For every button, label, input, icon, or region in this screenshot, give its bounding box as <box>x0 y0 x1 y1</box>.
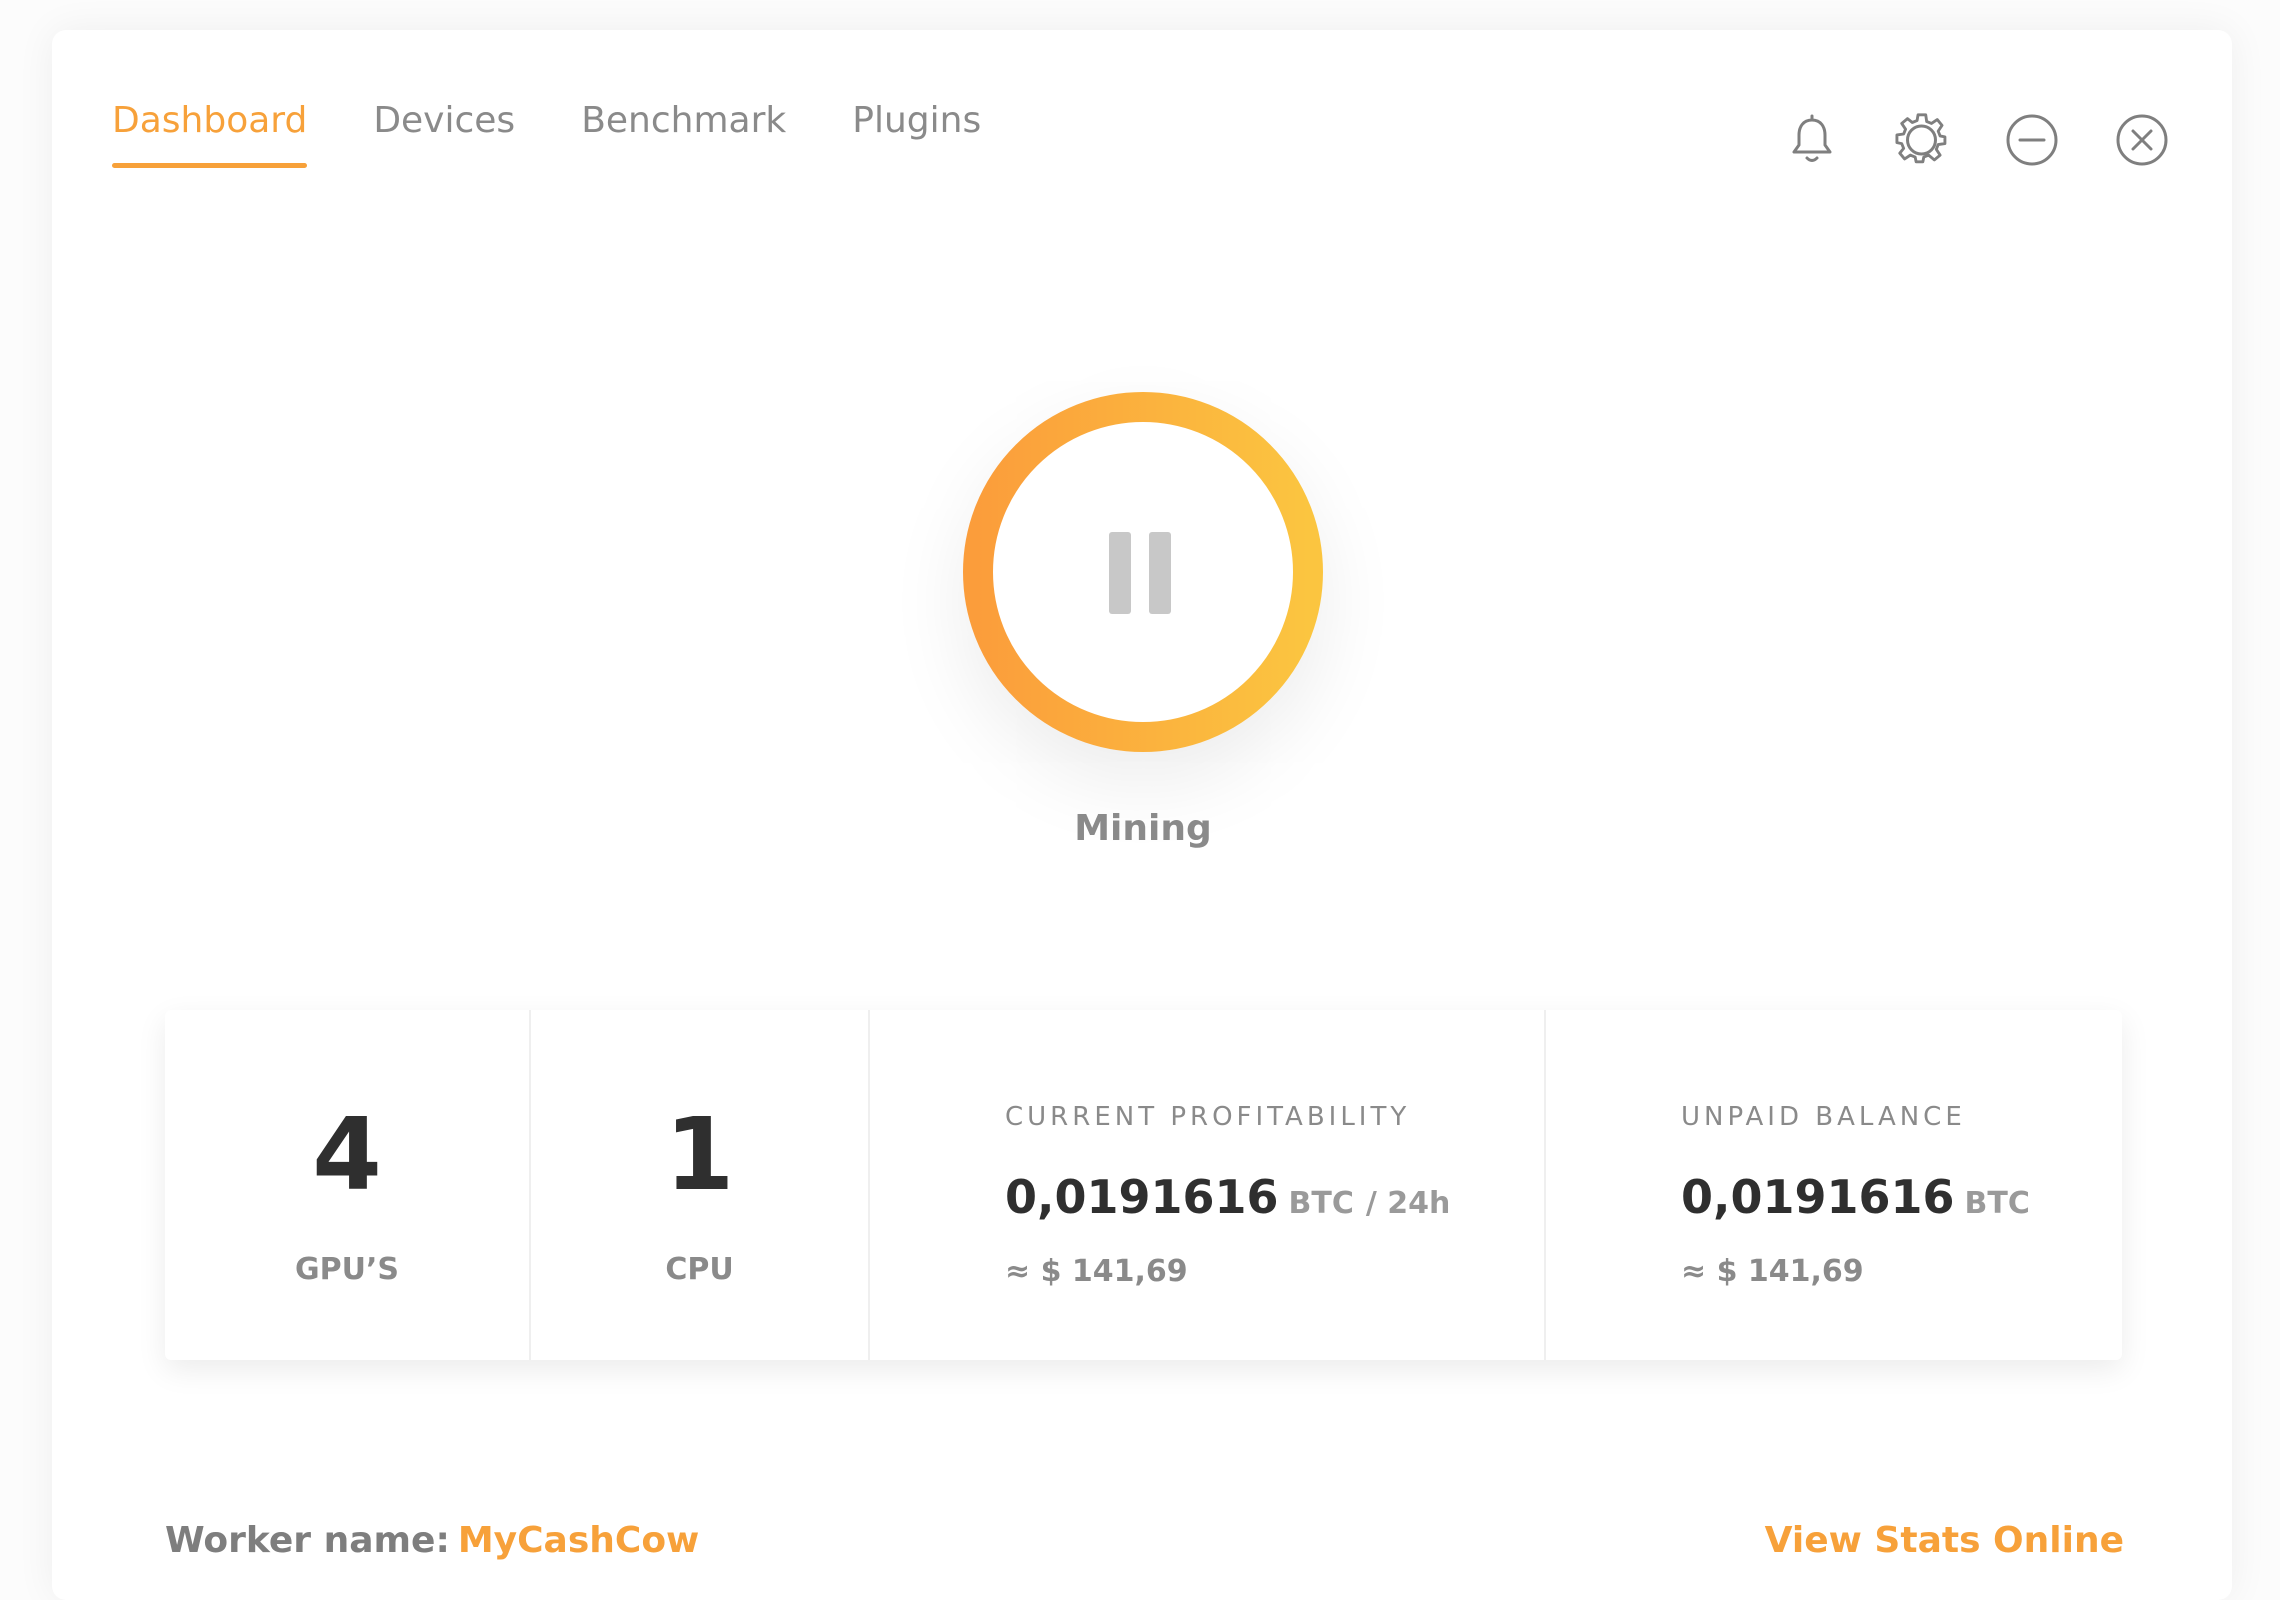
balance-title: UNPAID BALANCE <box>1681 1102 1966 1132</box>
worker-name[interactable]: MyCashCow <box>458 1520 699 1561</box>
gear-icon[interactable] <box>1894 112 1950 168</box>
window-controls <box>1784 112 2170 168</box>
worker-info: Worker name: MyCashCow <box>165 1520 699 1561</box>
profitability-amount: 0,0191616 <box>1005 1170 1279 1224</box>
profitability-title: CURRENT PROFITABILITY <box>1005 1102 1411 1132</box>
balance-amount-line: 0,0191616 BTC <box>1681 1170 2030 1224</box>
gpu-count-label: GPU’S <box>295 1252 399 1287</box>
tab-devices[interactable]: Devices <box>373 95 515 191</box>
profitability-amount-line: 0,0191616 BTC / 24h <box>1005 1170 1450 1224</box>
cpu-count-cell: 1 CPU <box>531 1010 870 1360</box>
balance-fiat: ≈ $ 141,69 <box>1681 1254 1864 1289</box>
profitability-cell: CURRENT PROFITABILITY 0,0191616 BTC/ 24h … <box>870 1010 1546 1360</box>
balance-amount: 0,0191616 <box>1681 1170 1955 1224</box>
tab-plugins[interactable]: Plugins <box>852 95 981 191</box>
balance-cell: UNPAID BALANCE 0,0191616 BTC ≈ $ 141,69 <box>1546 1010 2122 1360</box>
balance-unit: BTC <box>1964 1186 2030 1221</box>
profitability-unit: BTC <box>1288 1186 1354 1221</box>
close-icon[interactable] <box>2114 112 2170 168</box>
cpu-count-label: CPU <box>665 1252 734 1287</box>
mining-status-label: Mining <box>1074 808 1212 849</box>
stats-card: 4 GPU’S 1 CPU CURRENT PROFITABILITY 0,01… <box>165 1010 2122 1360</box>
minimize-icon[interactable] <box>2004 112 2060 168</box>
profitability-period: / 24h <box>1365 1186 1451 1221</box>
worker-label: Worker name: <box>165 1520 450 1561</box>
view-stats-online-link[interactable]: View Stats Online <box>1765 1520 2124 1561</box>
profitability-fiat: ≈ $ 141,69 <box>1005 1254 1188 1289</box>
tab-benchmark[interactable]: Benchmark <box>581 95 786 191</box>
gpu-count: 4 <box>312 1096 382 1213</box>
bell-icon[interactable] <box>1784 112 1840 168</box>
top-nav: Dashboard Devices Benchmark Plugins <box>112 95 1047 191</box>
tab-dashboard[interactable]: Dashboard <box>112 95 308 191</box>
mining-toggle-button[interactable] <box>963 392 1323 752</box>
cpu-count: 1 <box>664 1096 735 1213</box>
gpu-count-cell: 4 GPU’S <box>165 1010 531 1360</box>
